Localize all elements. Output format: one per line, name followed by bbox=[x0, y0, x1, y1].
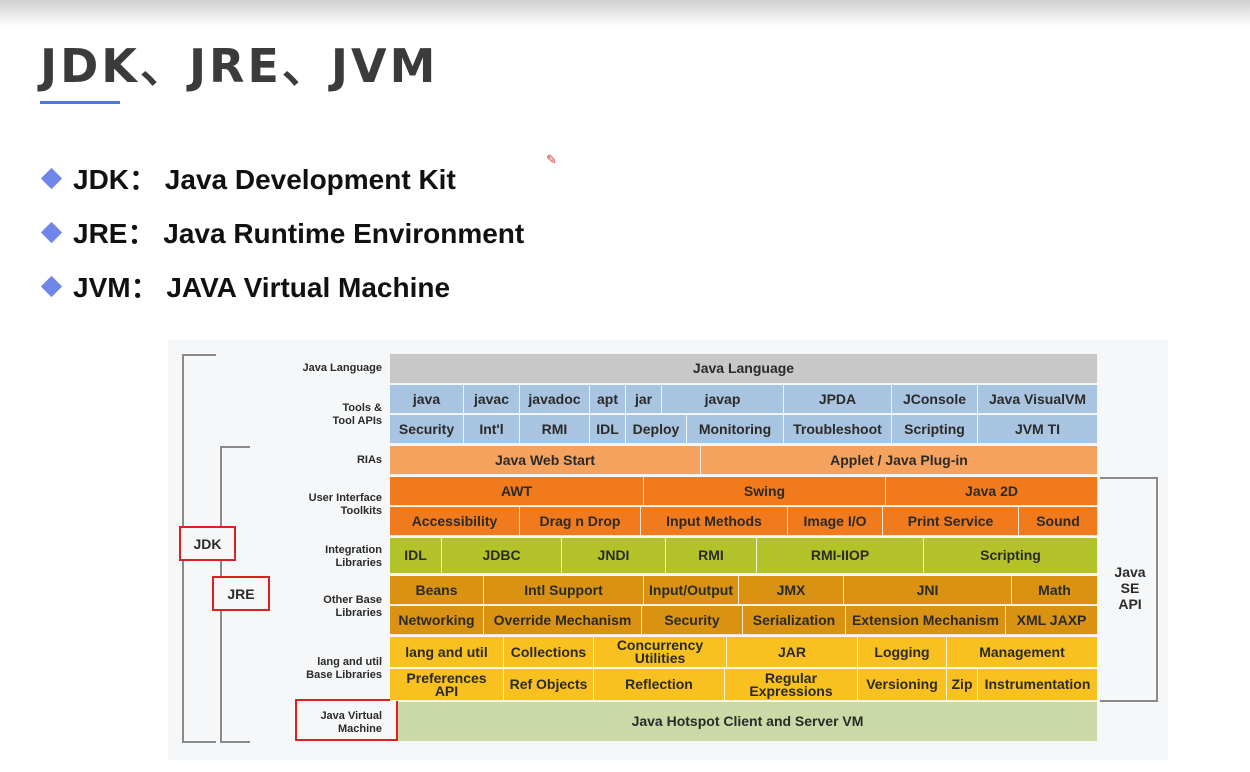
diamond-bullet-icon bbox=[40, 167, 63, 189]
block-apt: apt bbox=[590, 385, 626, 414]
block-sound: Sound bbox=[1019, 507, 1098, 536]
block-awt: AWT bbox=[390, 477, 644, 506]
block-preferences-api: Preferences API bbox=[390, 669, 504, 701]
row-label-rias: RIAs bbox=[356, 454, 382, 466]
block-rmi: RMI bbox=[520, 415, 590, 444]
block-logging: Logging bbox=[858, 637, 947, 668]
java-se-api-label: Java SE API bbox=[1114, 564, 1146, 612]
bullet-text: JVM： JAVA Virtual Machine bbox=[73, 272, 451, 303]
block-rmi-iiop: RMI-IIOP bbox=[757, 538, 924, 574]
block-input-methods: Input Methods bbox=[641, 507, 788, 536]
block-concurrency-utilities: Concurrency Utilities bbox=[594, 637, 727, 668]
block-jmx: JMX bbox=[739, 576, 844, 605]
block-security: Security bbox=[642, 606, 743, 635]
block-jconsole: JConsole bbox=[892, 385, 978, 414]
block-jdbc: JDBC bbox=[442, 538, 562, 574]
row-label-ui-toolkits: User Interface Toolkits bbox=[308, 492, 382, 517]
jdk-label: JDK bbox=[179, 526, 236, 561]
block-java: java bbox=[390, 385, 464, 414]
block-applet-java-plug-in: Applet / Java Plug-in bbox=[701, 446, 1098, 475]
block-reflection: Reflection bbox=[594, 669, 725, 701]
block-regular-expressions: Regular Expressions bbox=[725, 669, 858, 701]
block-image-i-o: Image I/O bbox=[788, 507, 883, 536]
diamond-bullet-icon bbox=[40, 275, 63, 297]
block-jndi: JNDI bbox=[562, 538, 666, 574]
block-swing: Swing bbox=[644, 477, 886, 506]
block-int-l: Int'l bbox=[464, 415, 520, 444]
bullet-text: JDK： Java Development Kit bbox=[73, 164, 456, 195]
bullet-jre: JRE： Java Runtime Environment bbox=[40, 212, 524, 252]
block-lang-and-util: lang and util bbox=[390, 637, 504, 668]
row-label-jvm: Java Virtual Machine bbox=[320, 710, 382, 735]
bullet-jvm: JVM： JAVA Virtual Machine bbox=[40, 266, 450, 306]
block-input-output: Input/Output bbox=[644, 576, 739, 605]
block-beans: Beans bbox=[390, 576, 484, 605]
block-jvm-ti: JVM TI bbox=[978, 415, 1098, 444]
block-java-visualvm: Java VisualVM bbox=[978, 385, 1098, 414]
title-underline bbox=[40, 101, 120, 104]
block-collections: Collections bbox=[504, 637, 594, 668]
block-javac: javac bbox=[464, 385, 520, 414]
block-monitoring: Monitoring bbox=[687, 415, 784, 444]
block-troubleshoot: Troubleshoot bbox=[784, 415, 892, 444]
block-scripting: Scripting bbox=[892, 415, 978, 444]
block-java-web-start: Java Web Start bbox=[390, 446, 701, 475]
block-jar: jar bbox=[626, 385, 662, 414]
block-networking: Networking bbox=[390, 606, 484, 635]
block-serialization: Serialization bbox=[743, 606, 846, 635]
block-jpda: JPDA bbox=[784, 385, 892, 414]
block-zip: Zip bbox=[947, 669, 978, 701]
row-label-tools: Tools & Tool APIs bbox=[332, 402, 383, 427]
block-javap: javap bbox=[662, 385, 784, 414]
block-java-2d: Java 2D bbox=[886, 477, 1098, 506]
block-extension-mechanism: Extension Mechanism bbox=[846, 606, 1006, 635]
block-versioning: Versioning bbox=[858, 669, 947, 701]
block-jni: JNI bbox=[844, 576, 1012, 605]
block-security: Security bbox=[390, 415, 464, 444]
block-print-service: Print Service bbox=[883, 507, 1019, 536]
block-xml-jaxp: XML JAXP bbox=[1006, 606, 1098, 635]
block-deploy: Deploy bbox=[626, 415, 687, 444]
block-override-mechanism: Override Mechanism bbox=[484, 606, 642, 635]
block-math: Math bbox=[1012, 576, 1098, 605]
slide-title: JDK、JRE、JVM bbox=[40, 39, 439, 93]
block-scripting: Scripting bbox=[924, 538, 1098, 574]
row-label-java-language: Java Language bbox=[302, 362, 382, 374]
block-java-hotspot-client-and-server-vm: Java Hotspot Client and Server VM bbox=[398, 702, 1098, 742]
jre-label: JRE bbox=[212, 576, 270, 611]
block-instrumentation: Instrumentation bbox=[978, 669, 1098, 701]
block-idl: IDL bbox=[390, 538, 442, 574]
bullet-jdk: JDK： Java Development Kit bbox=[40, 158, 456, 198]
row-label-integration: Integration Libraries bbox=[325, 544, 382, 569]
bullet-text: JRE： Java Runtime Environment bbox=[73, 218, 525, 249]
block-rmi: RMI bbox=[666, 538, 757, 574]
block-drag-n-drop: Drag n Drop bbox=[520, 507, 641, 536]
diamond-bullet-icon bbox=[40, 221, 63, 243]
pen-cursor-icon: ✎ bbox=[546, 152, 557, 167]
block-ref-objects: Ref Objects bbox=[504, 669, 594, 701]
top-shade bbox=[0, 0, 1250, 26]
block-java-language: Java Language bbox=[390, 354, 1098, 384]
block-intl-support: Intl Support bbox=[484, 576, 644, 605]
block-javadoc: javadoc bbox=[520, 385, 590, 414]
block-jar: JAR bbox=[727, 637, 858, 668]
row-label-lang-util: lang and util Base Libraries bbox=[306, 656, 382, 681]
block-management: Management bbox=[947, 637, 1098, 668]
java-platform-diagram: JDK JRE Java SE API Java Language java javac… bbox=[168, 340, 1168, 760]
block-idl: IDL bbox=[590, 415, 626, 444]
row-label-other-base: Other Base Libraries bbox=[323, 594, 382, 619]
block-accessibility: Accessibility bbox=[390, 507, 520, 536]
